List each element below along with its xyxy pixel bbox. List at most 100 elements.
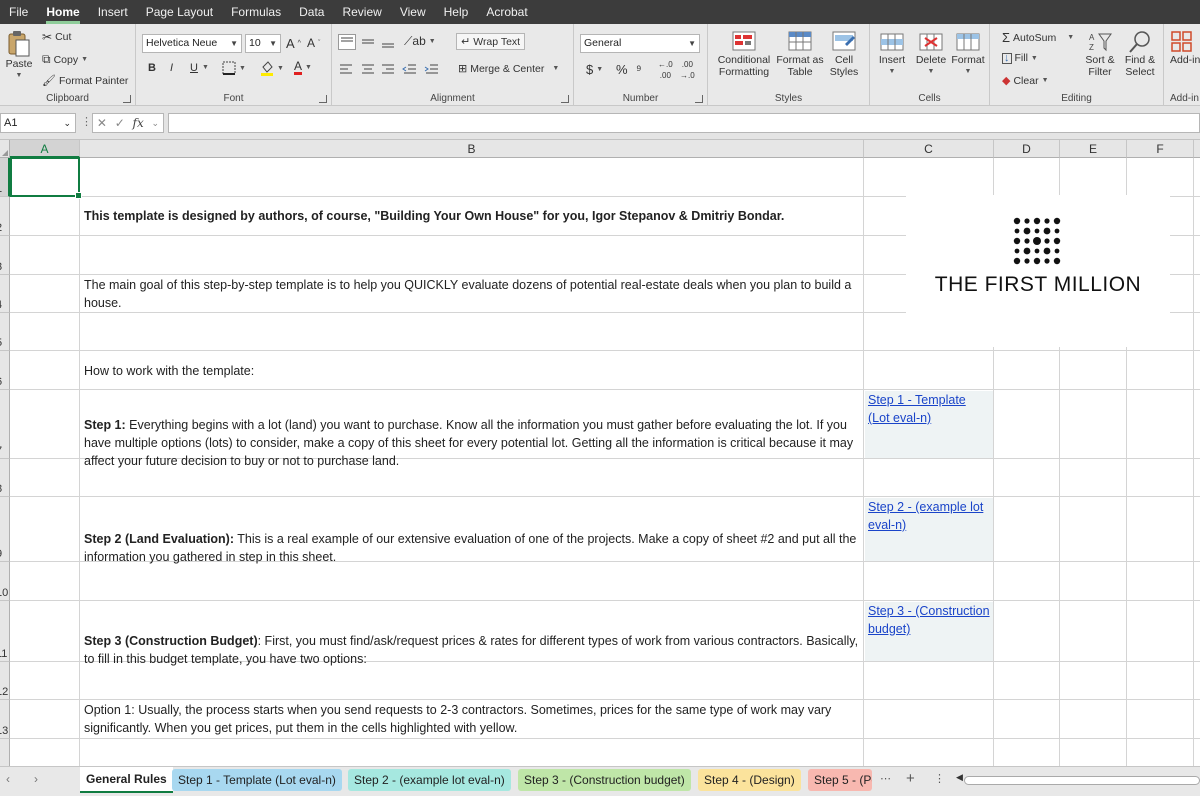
cell-styles-button[interactable]: Cell Styles [824, 30, 864, 78]
fill-color-button[interactable]: ▼ [260, 60, 284, 76]
font-color-button[interactable]: A ▼ [294, 60, 312, 75]
tab-overflow-icon[interactable]: ⋯ [880, 772, 891, 785]
select-all-corner[interactable] [0, 140, 10, 158]
row-header-12[interactable]: 12 [0, 662, 10, 700]
row-header-13[interactable]: 13 [0, 700, 10, 739]
column-header-a[interactable]: A [10, 140, 80, 158]
link-step-1[interactable]: Step 1 - Template (Lot eval-n) [864, 391, 994, 427]
row-header-2[interactable]: 2 [0, 197, 10, 236]
menu-page-layout[interactable]: Page Layout [137, 0, 222, 24]
menu-data[interactable]: Data [290, 0, 333, 24]
increase-decimal-icon[interactable]: ←.0.00 [658, 61, 673, 80]
row-header-8[interactable]: 8 [0, 459, 10, 497]
align-top-icon[interactable] [338, 34, 356, 50]
add-sheet-icon[interactable]: + [906, 770, 915, 787]
row-header-7[interactable]: 7 [0, 390, 10, 459]
cell-b11[interactable]: Step 3 (Construction Budget): First, you… [80, 632, 864, 668]
conditional-formatting-button[interactable]: Conditional Formatting [712, 30, 776, 78]
scroll-right-icon[interactable]: › [34, 772, 38, 786]
underline-button[interactable]: U [190, 62, 198, 74]
italic-button[interactable]: I [170, 62, 173, 74]
column-header-f[interactable]: F [1127, 140, 1194, 158]
cell-b7[interactable]: Step 1: Everything begins with a lot (la… [80, 416, 864, 470]
bold-button[interactable]: B [148, 62, 156, 74]
horizontal-scrollbar[interactable]: ◀ [956, 772, 1200, 785]
increase-indent-icon[interactable] [424, 62, 440, 76]
alignment-launcher-icon[interactable] [561, 95, 569, 103]
number-launcher-icon[interactable] [695, 95, 703, 103]
sheet-tab-step-3[interactable]: Step 3 - (Construction budget) [518, 769, 691, 791]
currency-button[interactable]: $ ▼ [586, 62, 603, 77]
sheet-tab-step-2[interactable]: Step 2 - (example lot eval-n) [348, 769, 511, 791]
row-header-5[interactable]: 5 [0, 313, 10, 351]
sheet-tab-step-4[interactable]: Step 4 - (Design) [698, 769, 801, 791]
number-format-select[interactable]: General ▼ [580, 34, 700, 53]
row-header-10[interactable]: 10 [0, 562, 10, 601]
sheet-tab-step-5[interactable]: Step 5 - (Pe [808, 769, 872, 791]
align-center-icon[interactable] [360, 62, 376, 76]
autosum-button[interactable]: Σ AutoSum ▼ [1002, 30, 1074, 45]
addins-button[interactable]: Add-ins [1170, 30, 1200, 66]
cell-b9[interactable]: Step 2 (Land Evaluation): This is a real… [80, 530, 864, 566]
find-select-button[interactable]: Find & Select [1120, 30, 1160, 78]
orientation-button[interactable]: ⟋ab ▼ [404, 34, 436, 49]
column-header-c[interactable]: C [864, 140, 994, 158]
menu-home[interactable]: Home [37, 0, 88, 24]
cell-b2[interactable]: This template is designed by authors, of… [80, 207, 864, 225]
clear-button[interactable]: ◆ Clear ▼ [1002, 74, 1049, 88]
wrap-text-button[interactable]: ↵ Wrap Text [456, 33, 526, 50]
menu-acrobat[interactable]: Acrobat [477, 0, 536, 24]
insert-cells-button[interactable]: Insert ▼ [874, 30, 910, 78]
merge-center-button[interactable]: ⊞ Merge & Center ▼ [458, 62, 559, 76]
more-options-icon[interactable]: ⋮ [934, 772, 945, 785]
more-options-icon[interactable]: ⋮ [81, 115, 92, 128]
format-as-table-button[interactable]: Format as Table [776, 30, 824, 78]
delete-cells-button[interactable]: Delete ▼ [912, 30, 950, 78]
sort-filter-button[interactable]: AZ Sort & Filter [1082, 30, 1118, 78]
percent-button[interactable]: % [616, 62, 628, 77]
copy-button[interactable]: ⧉ Copy ▼ [42, 52, 88, 67]
active-cell-a1[interactable] [10, 157, 82, 199]
row-header-6[interactable]: 6 [0, 351, 10, 390]
sheet-tab-general-rules[interactable]: General Rules [80, 767, 173, 793]
column-header-b[interactable]: B [80, 140, 864, 158]
cell-b6[interactable]: How to work with the template: [80, 362, 864, 380]
row-header-9[interactable]: 9 [0, 497, 10, 562]
format-painter-button[interactable]: 🖌 Format Painter [42, 74, 128, 88]
menu-view[interactable]: View [391, 0, 435, 24]
format-cells-button[interactable]: Format ▼ [950, 30, 986, 78]
font-name-select[interactable]: Helvetica Neue ▼ [142, 34, 242, 53]
formula-input[interactable] [168, 113, 1200, 133]
shrink-font-button[interactable]: Aˇ [307, 36, 320, 50]
insert-function-button[interactable]: fx [133, 116, 144, 130]
link-step-3[interactable]: Step 3 - (Construction budget) [864, 602, 994, 638]
grow-font-button[interactable]: A ^ [286, 36, 301, 51]
cell-b13[interactable]: Option 1: Usually, the process starts wh… [80, 701, 864, 737]
align-left-icon[interactable] [338, 62, 354, 76]
row-header-11[interactable]: 11 [0, 601, 10, 662]
row-header-3[interactable]: 3 [0, 236, 10, 275]
row-header-1[interactable]: 1 [0, 158, 10, 197]
menu-formulas[interactable]: Formulas [222, 0, 290, 24]
paste-dropdown-icon[interactable]: ▼ [16, 70, 23, 82]
column-header-e[interactable]: E [1060, 140, 1127, 158]
comma-style-icon[interactable]: ⁹ [636, 62, 642, 77]
decrease-decimal-icon[interactable]: .00 →.0 [680, 61, 695, 80]
menu-help[interactable]: Help [435, 0, 478, 24]
align-bottom-icon[interactable] [380, 34, 396, 50]
cell-b4[interactable]: The main goal of this step-by-step templ… [80, 276, 864, 312]
row-header-4[interactable]: 4 [0, 275, 10, 313]
align-middle-icon[interactable] [360, 34, 376, 50]
cut-button[interactable]: ✂ Cut [42, 30, 71, 44]
menu-file[interactable]: File [0, 0, 37, 24]
scroll-left-arrow-icon[interactable]: ◀ [956, 772, 963, 783]
sheet-tab-step-1[interactable]: Step 1 - Template (Lot eval-n) [172, 769, 342, 791]
confirm-icon[interactable]: ✓ [115, 116, 125, 130]
font-launcher-icon[interactable] [319, 95, 327, 103]
clipboard-launcher-icon[interactable] [123, 95, 131, 103]
align-right-icon[interactable] [380, 62, 396, 76]
column-header-d[interactable]: D [994, 140, 1060, 158]
menu-insert[interactable]: Insert [89, 0, 137, 24]
name-box[interactable]: A1 ⌄ [0, 113, 76, 133]
cancel-icon[interactable]: ✕ [97, 116, 107, 130]
